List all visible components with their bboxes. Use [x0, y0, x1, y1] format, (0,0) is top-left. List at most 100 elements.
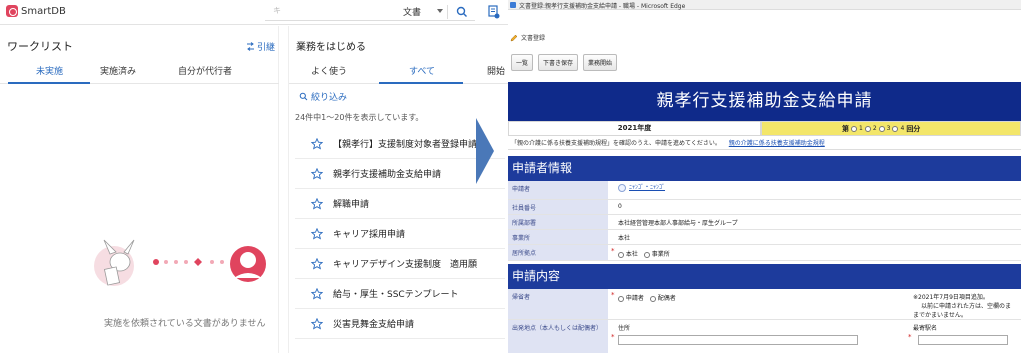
required-mark: *	[611, 333, 615, 341]
document-tool-icon[interactable]	[488, 5, 500, 19]
row-residence: 居所拠点 * 本社 事業所	[508, 245, 1021, 261]
worklist-pane: ワークリスト 引継 未実施 実施済み 自分が代行者 実施を依頼されている文書があ…	[0, 26, 279, 353]
tab-started[interactable]: 開始	[487, 64, 505, 77]
start-workflow-button[interactable]: 業務開始	[583, 54, 618, 71]
transfer-icon	[247, 42, 254, 51]
search-icon[interactable]	[455, 5, 469, 19]
save-draft-button[interactable]: 下書き保存	[538, 54, 579, 71]
required-mark: *	[611, 291, 615, 299]
returnee-radio-spouse[interactable]	[649, 295, 656, 302]
form-header-label: 文書登録	[521, 35, 546, 42]
round-option-label: 3	[886, 125, 891, 132]
required-mark: *	[611, 247, 615, 255]
field-label: 所属部署	[508, 215, 608, 229]
row-department: 所属部署 本社経営管理本部人事部給与・厚生グループ	[508, 215, 1021, 230]
applicant-user-link[interactable]: ﾆｬﾝｺﾞ・ﾆｬﾝｺﾞ	[629, 182, 665, 191]
logo[interactable]: SmartDB	[6, 5, 66, 17]
list-item[interactable]: キャリア採用申請	[295, 219, 505, 249]
round-suffix: 回分	[906, 124, 921, 133]
result-count: 24件中1～20件を表示しています。	[295, 113, 424, 122]
smartdb-app: SmartDB キ 文書 ワークリスト 引継 未実施 実施済み 自分が代行者 実…	[0, 0, 510, 353]
station-input[interactable]	[918, 335, 1008, 345]
round-option-label: 4	[900, 125, 905, 132]
list-item-label: キャリア採用申請	[333, 230, 406, 240]
worklist-title: ワークリスト	[7, 40, 73, 53]
returnee-note-2: 以前に申請された方は、空欄のま	[921, 303, 1012, 310]
business-pane: 業務をはじめる よく使う すべて 開始 絞り込み 24件中1～20件を表示してい…	[288, 26, 510, 353]
field-label: 社員番号	[508, 200, 608, 214]
list-item-label: 災害見舞金支給申請	[333, 320, 415, 330]
round-selector: 第 1 2 3 4 回分	[761, 121, 1021, 136]
active-tab-indicator	[8, 82, 90, 84]
address-input[interactable]	[618, 335, 858, 345]
row-office: 事業所 本社	[508, 230, 1021, 245]
field-label: 申請者	[508, 181, 608, 199]
active-tab-indicator	[379, 82, 463, 84]
round-radio-1[interactable]	[851, 125, 857, 132]
filter-label: 絞り込み	[311, 93, 348, 103]
employee-id-value: 0	[618, 203, 622, 210]
row-returnee: 帰省者 * 申請者 配偶者 ※2021年7月9日項目追加。 以前に申請された方は…	[508, 289, 1021, 320]
list-item-label: 解職申請	[333, 200, 370, 210]
star-icon[interactable]	[311, 317, 323, 330]
tab-frequent[interactable]: よく使う	[311, 64, 347, 77]
list-item[interactable]: 災害見舞金支給申請	[295, 309, 505, 339]
search-category-select[interactable]: 文書	[403, 5, 421, 18]
list-button[interactable]: 一覧	[511, 54, 534, 71]
residence-radio-branch[interactable]	[643, 251, 650, 258]
search-input[interactable]: キ	[273, 5, 281, 16]
round-radio-3[interactable]	[878, 125, 885, 132]
star-icon[interactable]	[311, 137, 323, 150]
edge-window: 文書登録:親孝行支援補助金支給申請 - 職場 - Microsoft Edge …	[508, 0, 1021, 353]
round-radio-4[interactable]	[892, 125, 899, 132]
search-box[interactable]: キ 文書	[265, 3, 475, 21]
field-label: 事業所	[508, 230, 608, 244]
list-item-label: 給与・厚生・SSCテンプレート	[333, 290, 459, 300]
list-item[interactable]: 給与・厚生・SSCテンプレート	[295, 279, 505, 309]
fiscal-year: 2021年度	[508, 121, 761, 136]
tab-all[interactable]: すべて	[409, 64, 435, 77]
office-value: 本社	[618, 235, 631, 242]
worklist-tabs: 未実施 実施済み 自分が代行者	[0, 62, 279, 84]
field-label: 帰省者	[508, 289, 608, 319]
handover-link[interactable]: 引継	[246, 40, 275, 53]
star-icon[interactable]	[311, 227, 323, 240]
note-text: 「親の介護に係る扶養支援補助規程」を確認のうえ、申請を進めてください。	[511, 140, 721, 147]
section-content: 申請内容	[508, 264, 1021, 289]
smartdb-logo-icon	[6, 5, 18, 17]
toolbar: 一覧 下書き保存 業務開始	[511, 54, 618, 71]
list-item[interactable]: 解職申請	[295, 189, 505, 219]
field-label: 出発地点（本人もしくは配偶者）	[508, 320, 608, 353]
form-title-banner: 親孝行支援補助金支給申請	[508, 82, 1021, 121]
field-label: 居所拠点	[508, 245, 608, 260]
round-radio-2[interactable]	[864, 125, 871, 132]
empty-state-illustration	[94, 239, 266, 286]
department-value: 本社経営管理本部人事部給与・厚生グループ	[618, 220, 738, 227]
returnee-radio-applicant[interactable]	[618, 295, 624, 302]
returnee-note-3: までかまいません。	[913, 312, 967, 319]
list-item-label: キャリアデザイン支援制度 適用願	[333, 260, 478, 270]
list-item[interactable]: キャリアデザイン支援制度 適用願	[295, 249, 505, 279]
address-label: 住所	[618, 325, 631, 332]
star-icon[interactable]	[311, 197, 323, 210]
regulation-link[interactable]: 親の介護に係る扶養支援補助金規程	[729, 140, 825, 147]
tab-done[interactable]: 実施済み	[100, 64, 136, 77]
tab-not-done[interactable]: 未実施	[36, 64, 63, 77]
chevron-down-icon[interactable]	[437, 9, 443, 13]
filter-link[interactable]: 絞り込み	[299, 90, 347, 103]
tab-delegate[interactable]: 自分が代行者	[178, 64, 232, 77]
star-icon[interactable]	[311, 287, 323, 300]
row-departure: 出発地点（本人もしくは配偶者） * 住所 最寄駅名 *	[508, 320, 1021, 353]
window-title: 文書登録:親孝行支援補助金支給申請 - 職場 - Microsoft Edge	[519, 3, 686, 10]
round-option-label: 2	[872, 125, 877, 132]
round-prefix: 第	[842, 124, 849, 133]
list-item-label: 親孝行支援補助金支給申請	[333, 170, 442, 180]
business-tabs: よく使う すべて 開始	[289, 62, 510, 84]
residence-radio-head-office[interactable]	[618, 251, 624, 258]
instruction-note: 「親の介護に係る扶養支援補助規程」を確認のうえ、申請を進めてください。 親の介護…	[508, 137, 1021, 150]
form-header: 文書登録	[510, 33, 545, 42]
star-icon[interactable]	[311, 257, 323, 270]
row-applicant: 申請者 ﾆｬﾝｺﾞ・ﾆｬﾝｺﾞ	[508, 181, 1021, 200]
star-icon[interactable]	[311, 167, 323, 180]
round-option-label: 1	[859, 125, 863, 132]
